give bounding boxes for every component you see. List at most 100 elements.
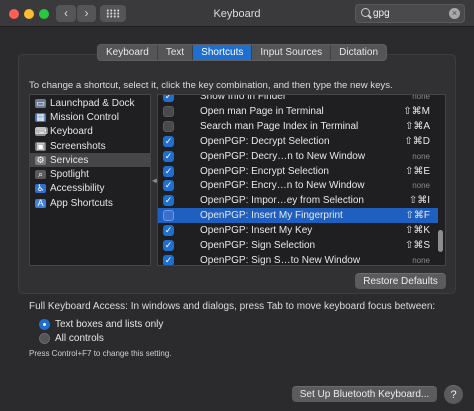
shortcut-name: OpenPGP: Sign Selection <box>200 240 316 251</box>
shortcut-row[interactable]: ✓ OpenPGP: Sign S…to New Window none <box>158 253 438 266</box>
launchpad-icon: ▭ <box>35 97 46 108</box>
shortcut-row[interactable]: ✓ OpenPGP: Impor…ey from Selection ⇧⌘I <box>158 193 438 208</box>
title-bar: ‹ › Keyboard × <box>0 0 474 27</box>
clear-search-icon[interactable]: × <box>449 8 460 19</box>
shortcut-name: Search man Page Index in Terminal <box>200 120 359 132</box>
shortcut-list-scrollbar[interactable] <box>437 96 445 264</box>
category-label: Launchpad & Dock <box>50 97 135 109</box>
full-keyboard-access-label: Full Keyboard Access: In windows and dia… <box>29 301 436 312</box>
shortcut-row[interactable]: OpenPGP: Insert My Fingerprint ⇧⌘F <box>158 208 438 224</box>
search-input[interactable] <box>373 6 445 21</box>
shortcut-checkbox[interactable]: ✓ <box>163 195 174 207</box>
shortcut-checkbox[interactable]: ✓ <box>163 135 174 147</box>
shortcut-key[interactable]: ⇧⌘E <box>405 166 430 177</box>
shortcut-name: OpenPGP: Insert My Key <box>200 225 313 237</box>
grid-icon <box>106 9 120 18</box>
category-item-screenshots[interactable]: ▣ Screenshots <box>30 139 150 153</box>
category-item-keyboard[interactable]: ⌨ Keyboard <box>30 125 150 139</box>
tab-bar: Keyboard Text Shortcuts Input Sources Dictat… <box>97 44 388 61</box>
help-button[interactable]: ? <box>444 385 463 404</box>
tab-text[interactable]: Text <box>158 45 194 60</box>
shortcut-row[interactable]: ✓ OpenPGP: Decrypt Selection ⇧⌘D <box>158 134 438 149</box>
search-field[interactable]: × <box>355 4 465 23</box>
radio-label: Text boxes and lists only <box>55 318 164 330</box>
shortcut-key[interactable]: none <box>412 95 430 101</box>
chevron-right-icon: › <box>84 6 89 20</box>
shortcut-name: OpenPGP: Insert My Fingerprint <box>200 210 343 222</box>
shortcut-checkbox[interactable]: ✓ <box>163 165 174 177</box>
tab-dictation[interactable]: Dictation <box>331 45 386 60</box>
screenshots-icon: ▣ <box>35 140 46 151</box>
shortcut-list[interactable]: ✓ Show Info in Finder none Open man Page in… <box>157 94 446 266</box>
shortcut-row[interactable]: ✓ Show Info in Finder none <box>158 94 438 104</box>
shortcut-checkbox[interactable] <box>163 210 174 222</box>
category-list[interactable]: ▭ Launchpad & Dock ▦ Mission Control ⌨ Keyboa… <box>29 94 151 266</box>
accessibility-icon: ♿ <box>35 183 46 194</box>
shortcut-row[interactable]: ✓ OpenPGP: Encrypt Selection ⇧⌘E <box>158 164 438 179</box>
shortcut-key[interactable]: ⇧⌘M <box>403 106 430 117</box>
shortcut-row[interactable]: Open man Page in Terminal ⇧⌘M <box>158 104 438 119</box>
category-item-mission-control[interactable]: ▦ Mission Control <box>30 110 150 124</box>
shortcut-row[interactable]: Search man Page Index in Terminal ⇧⌘A <box>158 119 438 134</box>
gear-icon: ⚙ <box>35 154 46 165</box>
shortcut-name: OpenPGP: Decrypt Selection <box>200 135 330 147</box>
shortcut-checkbox[interactable] <box>163 120 174 132</box>
scroll-thumb[interactable] <box>438 230 443 252</box>
zoom-window-button[interactable] <box>39 9 49 19</box>
shortcut-key[interactable]: ⇧⌘A <box>405 121 430 132</box>
shortcut-checkbox[interactable] <box>163 105 174 117</box>
category-label: Screenshots <box>50 140 106 152</box>
shortcut-key[interactable]: ⇧⌘I <box>409 195 430 206</box>
shortcut-checkbox[interactable]: ✓ <box>163 240 174 251</box>
shortcut-key[interactable]: none <box>412 152 430 161</box>
minimize-window-button[interactable] <box>24 9 34 19</box>
keyboard-icon: ⌨ <box>35 126 48 137</box>
close-window-button[interactable] <box>9 9 19 19</box>
shortcut-checkbox[interactable]: ✓ <box>163 150 174 162</box>
category-item-launchpad-dock[interactable]: ▭ Launchpad & Dock <box>30 96 150 110</box>
radio-button[interactable] <box>39 318 50 330</box>
shortcut-name: OpenPGP: Sign S…to New Window <box>200 254 361 266</box>
category-label: Mission Control <box>50 111 119 123</box>
tab-input-sources[interactable]: Input Sources <box>252 45 332 60</box>
category-item-services[interactable]: ⚙ Services <box>30 153 150 168</box>
shortcut-key[interactable]: none <box>412 181 430 190</box>
chevron-left-icon: ‹ <box>64 6 68 20</box>
shortcut-row[interactable]: ✓ OpenPGP: Insert My Key ⇧⌘K <box>158 223 438 238</box>
shortcut-hint: Press Control+F7 to change this setting. <box>29 349 172 358</box>
shortcut-row[interactable]: ✓ OpenPGP: Encry…n to New Window none <box>158 178 438 193</box>
shortcut-key[interactable]: ⇧⌘F <box>406 210 431 221</box>
category-label: Services <box>50 154 89 166</box>
shortcut-checkbox[interactable]: ✓ <box>163 180 174 192</box>
category-item-accessibility[interactable]: ♿ Accessibility <box>30 182 150 196</box>
shortcut-key[interactable]: ⇧⌘D <box>404 136 430 147</box>
restore-defaults-button[interactable]: Restore Defaults <box>355 273 446 289</box>
forward-button[interactable]: › <box>76 5 96 22</box>
category-item-spotlight[interactable]: ⌕ Spotlight <box>30 168 150 182</box>
show-all-button[interactable] <box>100 5 126 22</box>
spotlight-icon: ⌕ <box>35 170 46 180</box>
set-up-bluetooth-keyboard-button[interactable]: Set Up Bluetooth Keyboard... <box>292 386 437 402</box>
back-button[interactable]: ‹ <box>56 5 76 22</box>
radio-button[interactable] <box>39 332 50 344</box>
shortcut-checkbox[interactable]: ✓ <box>163 254 174 265</box>
category-item-app-shortcuts[interactable]: A App Shortcuts <box>30 196 150 210</box>
shortcut-name: Show Info in Finder <box>200 94 287 102</box>
shortcut-key[interactable]: ⇧⌘S <box>405 240 430 251</box>
shortcut-checkbox[interactable]: ✓ <box>163 95 174 102</box>
category-label: Accessibility <box>50 183 105 195</box>
shortcut-name: OpenPGP: Encry…n to New Window <box>200 180 365 192</box>
tab-shortcuts[interactable]: Shortcuts <box>193 45 253 60</box>
radio-label: All controls <box>55 332 104 344</box>
category-label: Spotlight <box>50 169 89 181</box>
shortcut-row[interactable]: ✓ OpenPGP: Decry…n to New Window none <box>158 149 438 164</box>
instruction-text: To change a shortcut, select it, click t… <box>29 80 393 91</box>
shortcut-key[interactable]: ⇧⌘K <box>405 225 430 236</box>
shortcut-checkbox[interactable]: ✓ <box>163 225 174 237</box>
radio-all-controls[interactable]: All controls <box>39 331 104 345</box>
radio-text-boxes[interactable]: Text boxes and lists only <box>39 317 163 331</box>
shortcut-name: OpenPGP: Encrypt Selection <box>200 165 329 177</box>
tab-keyboard[interactable]: Keyboard <box>98 45 158 60</box>
shortcut-row[interactable]: ✓ OpenPGP: Sign Selection ⇧⌘S <box>158 238 438 253</box>
shortcut-key[interactable]: none <box>412 256 430 265</box>
